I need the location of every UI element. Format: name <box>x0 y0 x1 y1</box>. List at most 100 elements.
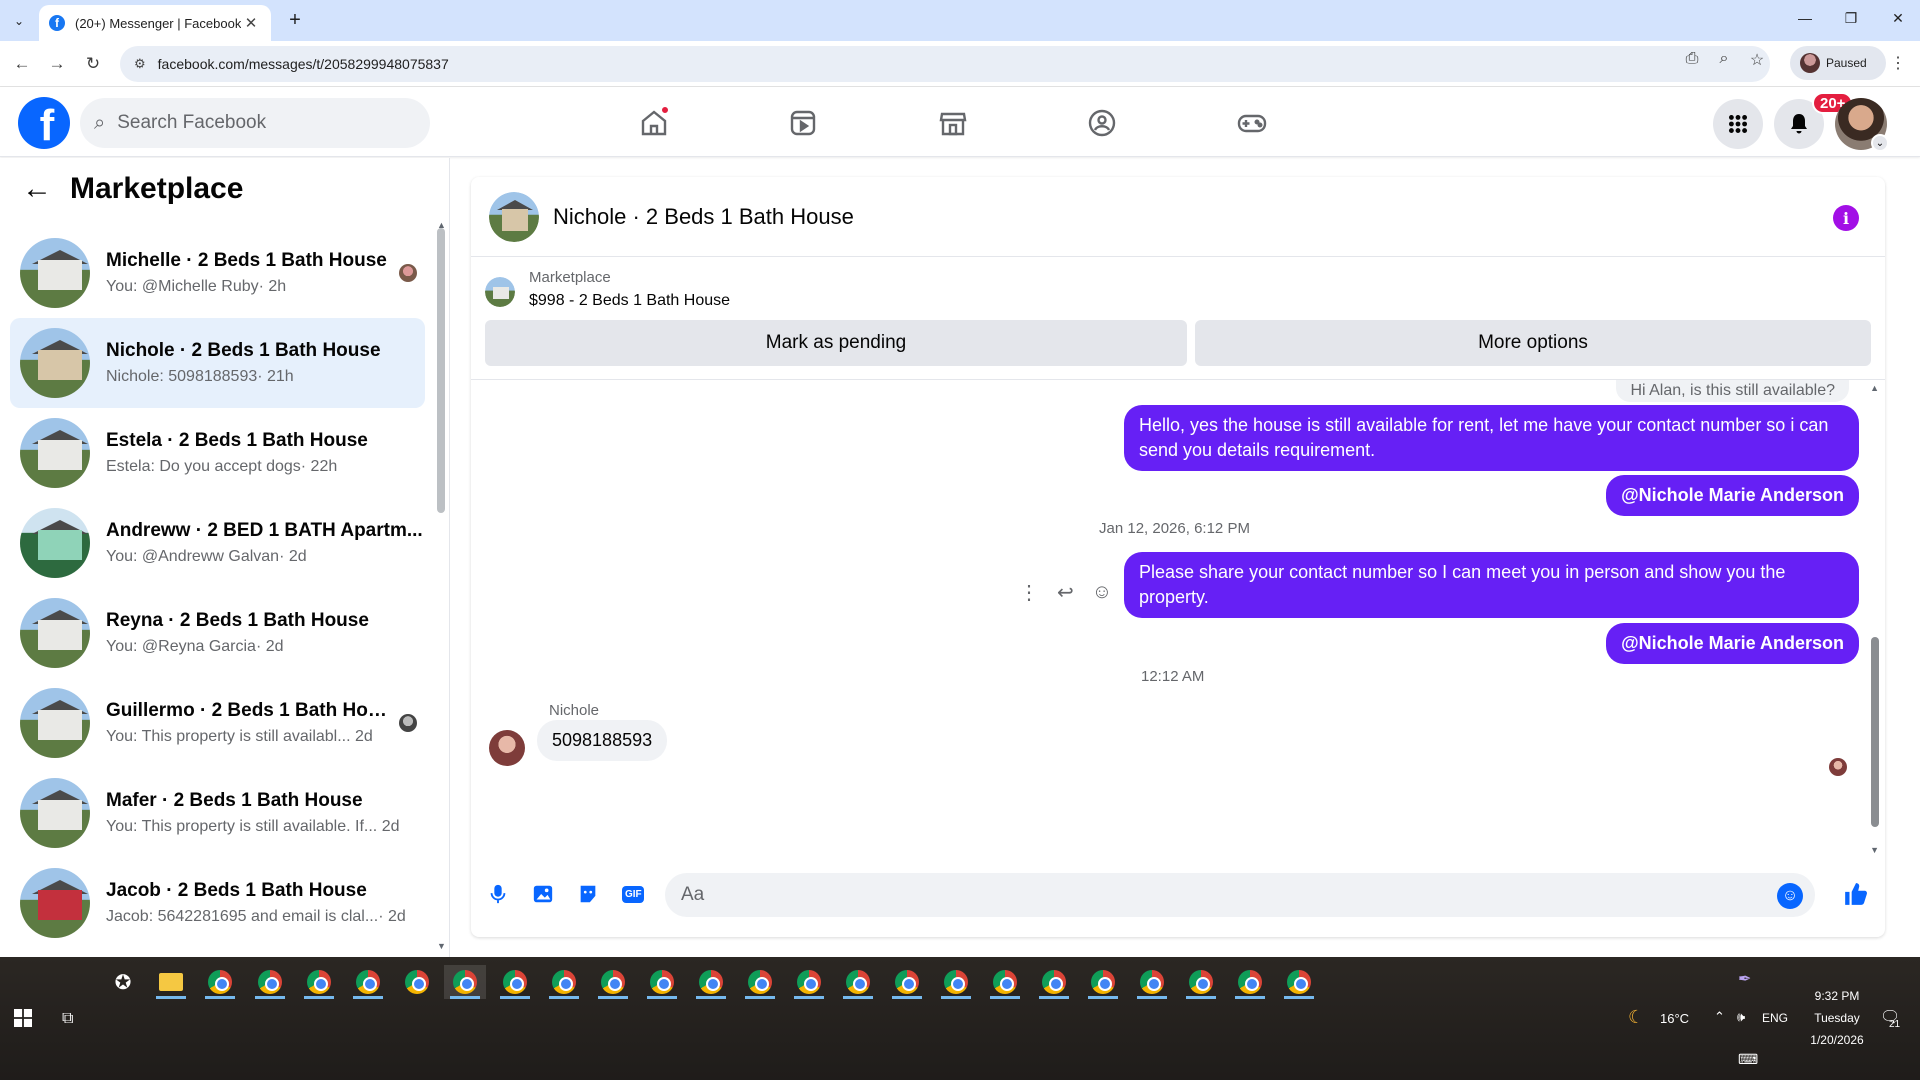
bookmark-star-icon[interactable]: ☆ <box>1747 50 1767 70</box>
outgoing-mention-message[interactable]: @Nichole Marie Anderson <box>1606 623 1859 664</box>
mark-as-pending-button[interactable]: Mark as pending <box>485 320 1187 366</box>
chrome-app-icon[interactable] <box>690 965 732 999</box>
file-explorer-icon[interactable] <box>150 965 192 999</box>
emoji-icon[interactable]: ☺ <box>1777 883 1803 909</box>
pen-icon[interactable]: ✒ <box>1738 969 1751 989</box>
chrome-app-icon[interactable] <box>837 965 879 999</box>
gif-icon[interactable]: GIF <box>618 879 648 909</box>
microphone-icon[interactable] <box>483 879 513 909</box>
network-icon[interactable]: ⌨ <box>1738 1051 1758 1068</box>
more-options-button[interactable]: More options <box>1195 320 1871 366</box>
chrome-app-icon[interactable] <box>249 965 291 999</box>
chrome-app-icon[interactable] <box>984 965 1026 999</box>
thumbs-up-icon[interactable] <box>1841 879 1871 909</box>
conversation-item[interactable]: Reyna · 2 Beds 1 Bath House You: @Reyna … <box>10 588 425 678</box>
chrome-app-icon[interactable] <box>641 965 683 999</box>
chrome-app-icon[interactable] <box>1278 965 1320 999</box>
back-icon[interactable]: ← <box>10 52 34 76</box>
browser-menu-icon[interactable]: ⋮ <box>1890 53 1906 73</box>
conversation-item[interactable]: Michelle · 2 Beds 1 Bath House You: @Mic… <box>10 228 425 318</box>
account-avatar[interactable]: ⌄ <box>1835 98 1889 152</box>
outgoing-message[interactable]: Hello, yes the house is still available … <box>1124 405 1859 471</box>
chrome-app-icon[interactable] <box>199 965 241 999</box>
browser-tab-active[interactable]: f (20+) Messenger | Facebook ✕ <box>39 5 271 41</box>
chrome-app-icon[interactable] <box>347 965 389 999</box>
incoming-message[interactable]: 5098188593 <box>537 720 668 761</box>
new-tab-button[interactable]: + <box>283 9 307 32</box>
message-input[interactable]: Aa ☺ <box>665 873 1815 917</box>
conversation-item[interactable]: Andreww · 2 BED 1 BATH Apartm... You: @A… <box>10 498 425 588</box>
chat-title[interactable]: Nichole · 2 Beds 1 Bath House <box>553 204 854 230</box>
close-tab-icon[interactable]: ✕ <box>241 14 261 32</box>
conversation-item[interactable]: Jacob · 2 Beds 1 Bath House Jacob: 56422… <box>10 858 425 948</box>
tab-search-dropdown-icon[interactable]: ⌄ <box>6 8 32 34</box>
chrome-app-icon[interactable] <box>739 965 781 999</box>
groups-icon[interactable] <box>1082 103 1122 143</box>
chat-scroll-up-icon[interactable]: ▲ <box>1870 383 1879 393</box>
more-actions-icon[interactable]: ⋮ <box>1019 580 1039 605</box>
volume-icon[interactable]: 🕪 <box>1737 1009 1745 1025</box>
task-view-icon[interactable]: ⧉ <box>62 1010 73 1028</box>
chrome-app-icon-active[interactable] <box>444 965 486 999</box>
chrome-app-icon[interactable] <box>298 965 340 999</box>
message-composer: GIF Aa ☺ <box>471 867 1885 927</box>
marketplace-icon[interactable] <box>933 103 973 143</box>
conversation-snippet: You: This property is still available. I… <box>106 818 378 835</box>
home-icon[interactable] <box>634 103 674 143</box>
gaming-icon[interactable] <box>1232 103 1272 143</box>
conversation-item[interactable]: Estela · 2 Beds 1 Bath House Estela: Do … <box>10 408 425 498</box>
chrome-app-icon[interactable] <box>543 965 585 999</box>
facebook-logo-icon[interactable]: f <box>18 97 70 149</box>
chat-listing-thumbnail[interactable] <box>489 191 539 242</box>
profile-paused-button[interactable]: Paused <box>1790 46 1886 80</box>
reload-icon[interactable]: ↻ <box>81 52 105 76</box>
sender-avatar[interactable] <box>489 730 525 766</box>
menu-grid-icon[interactable] <box>1713 99 1763 149</box>
tray-chevron-icon[interactable]: ⌃ <box>1714 1009 1725 1025</box>
video-icon[interactable] <box>783 103 823 143</box>
chrome-app-icon[interactable] <box>935 965 977 999</box>
conversation-item[interactable]: Guillermo · 2 Beds 1 Bath House You: Thi… <box>10 678 425 768</box>
sticker-icon[interactable] <box>573 879 603 909</box>
language-indicator[interactable]: ENG <box>1762 1011 1788 1025</box>
outgoing-mention-message[interactable]: @Nichole Marie Anderson <box>1606 475 1859 516</box>
chrome-app-icon[interactable] <box>788 965 830 999</box>
chrome-app-icon[interactable] <box>1082 965 1124 999</box>
install-app-icon[interactable]: ⎙ <box>1682 50 1702 68</box>
react-emoji-icon[interactable]: ☺ <box>1092 581 1112 604</box>
info-icon[interactable]: i <box>1833 205 1859 231</box>
photo-icon[interactable] <box>528 879 558 909</box>
clock-time[interactable]: 9:32 PM <box>1806 989 1868 1003</box>
weather-temp[interactable]: 16°C <box>1660 1011 1689 1026</box>
address-bar[interactable]: ⚙ facebook.com/messages/t/20582999480758… <box>120 46 1770 82</box>
chrome-app-icon[interactable] <box>1131 965 1173 999</box>
chrome-app-icon[interactable] <box>1229 965 1271 999</box>
windows-start-icon[interactable] <box>14 1009 32 1032</box>
minimize-icon[interactable]: — <box>1795 10 1815 26</box>
chrome-app-icon[interactable] <box>592 965 634 999</box>
chevron-down-icon: ⌄ <box>1871 134 1889 152</box>
chrome-app-icon[interactable] <box>396 965 438 999</box>
chat-scrollbar[interactable] <box>1871 637 1879 827</box>
conversation-item-active[interactable]: Nichole · 2 Beds 1 Bath House Nichole: 5… <box>10 318 425 408</box>
marketplace-listing-card[interactable]: Marketplace $998 - 2 Beds 1 Bath House <box>485 269 730 310</box>
clock-date: 1/20/2026 <box>1810 1033 1864 1047</box>
chrome-app-icon[interactable] <box>886 965 928 999</box>
forward-icon[interactable]: → <box>45 52 69 76</box>
conversation-item[interactable]: Mafer · 2 Beds 1 Bath House You: This pr… <box>10 768 425 858</box>
site-info-icon[interactable]: ⚙ <box>134 56 146 72</box>
chrome-app-icon[interactable] <box>494 965 536 999</box>
zoom-icon[interactable]: ⌕ <box>1714 50 1734 68</box>
outgoing-message[interactable]: Please share your contact number so I ca… <box>1124 552 1859 618</box>
chat-scroll-down-icon[interactable]: ▼ <box>1870 845 1879 855</box>
reply-icon[interactable]: ↩ <box>1057 580 1074 605</box>
back-arrow-icon[interactable]: ← <box>22 172 52 206</box>
sidebar-scrollbar[interactable] <box>437 228 445 513</box>
scroll-down-arrow-icon[interactable]: ▼ <box>437 941 446 951</box>
copilot-app-icon[interactable]: ✪ <box>102 965 144 999</box>
close-icon[interactable]: ✕ <box>1888 10 1908 27</box>
chrome-app-icon[interactable] <box>1180 965 1222 999</box>
restore-icon[interactable]: ❐ <box>1841 10 1861 27</box>
chrome-app-icon[interactable] <box>1033 965 1075 999</box>
search-input[interactable]: ⌕ Search Facebook <box>80 98 430 148</box>
